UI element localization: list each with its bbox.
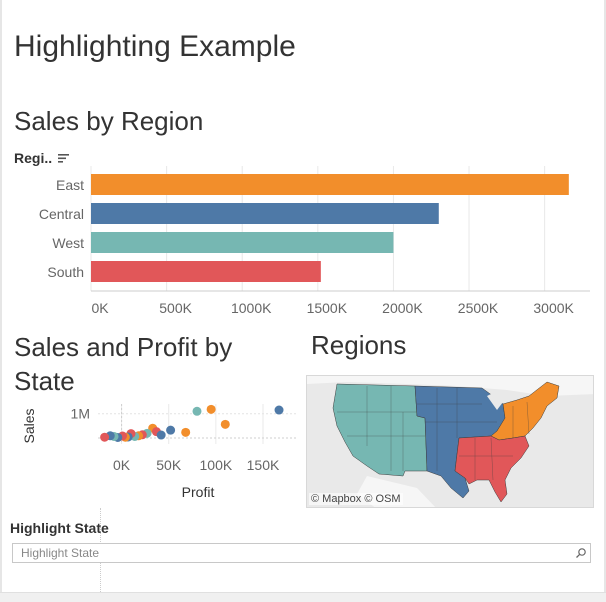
region-header-label[interactable]: Regi.. — [14, 150, 52, 166]
x-tick-label: 2000K — [382, 300, 423, 316]
sales-by-region-title: Sales by Region — [14, 106, 204, 136]
category-label: South — [47, 264, 84, 280]
scatter-point[interactable] — [192, 406, 202, 416]
x-tick-label: 0K — [91, 300, 109, 316]
bar-south[interactable] — [91, 261, 321, 282]
scatter-point[interactable] — [220, 419, 230, 429]
scatter-x-tick-label: 50K — [156, 457, 182, 473]
scatter-point[interactable] — [100, 432, 110, 442]
us-regions-map-graphic — [307, 376, 593, 507]
sort-descending-icon[interactable] — [58, 153, 70, 164]
scatter-y-axis-label: Sales — [21, 408, 37, 443]
scatter-point[interactable] — [206, 404, 216, 414]
bottom-status-bar — [0, 592, 606, 602]
sales-profit-scatter-chart: 0K 50K 100K 150K 1M Sales Profit — [21, 404, 296, 500]
bar-east[interactable] — [91, 174, 569, 195]
bar-central[interactable] — [91, 203, 439, 224]
x-tick-label: 1500K — [307, 300, 348, 316]
dashboard-title: Highlighting Example — [14, 30, 296, 63]
category-label: East — [56, 177, 84, 193]
bar-west[interactable] — [91, 232, 394, 253]
sales-profit-by-state-title: Sales and Profit by State — [14, 332, 233, 396]
scatter-x-tick-label: 0K — [113, 457, 131, 473]
scatter-x-axis-label: Profit — [182, 484, 215, 500]
regions-map[interactable] — [306, 375, 594, 508]
scatter-point[interactable] — [156, 430, 166, 440]
x-tick-label: 2500K — [458, 300, 499, 316]
map-attribution[interactable]: © Mapbox © OSM — [309, 493, 403, 505]
x-tick-label: 1000K — [231, 300, 272, 316]
highlight-state-label: Highlight State — [10, 520, 109, 536]
scatter-y-tick-label: 1M — [71, 406, 90, 422]
scatter-x-tick-label: 150K — [247, 457, 280, 473]
regions-map-title: Regions — [311, 330, 407, 360]
category-label: West — [52, 235, 84, 251]
scatter-point[interactable] — [274, 405, 284, 415]
scatter-point[interactable] — [166, 425, 176, 435]
sales-by-region-chart: 0K 500K 1000K 1500K 2000K 2500K 3000K East Centr… — [39, 166, 590, 316]
search-icon[interactable] — [575, 547, 587, 559]
x-tick-label: 3000K — [533, 300, 574, 316]
highlight-state-input[interactable] — [12, 543, 591, 563]
x-tick-label: 500K — [159, 300, 192, 316]
scatter-point[interactable] — [181, 427, 191, 437]
scatter-x-tick-label: 100K — [200, 457, 233, 473]
category-label: Central — [39, 206, 84, 222]
